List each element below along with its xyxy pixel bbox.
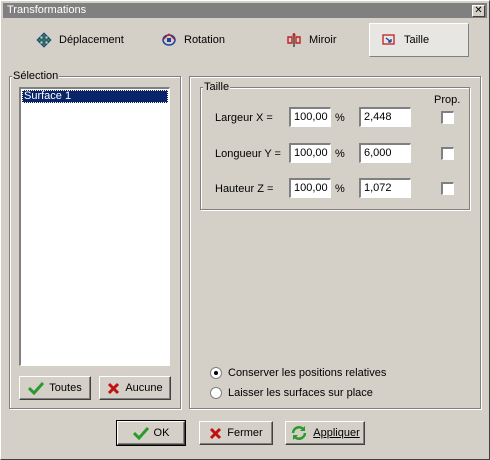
ok-button[interactable]: OK [116, 420, 186, 446]
mirror-icon [287, 33, 301, 47]
keep-relative-label[interactable]: Conserver les positions relatives [228, 367, 386, 379]
keep-relative-radio[interactable] [210, 367, 222, 379]
select-none-button[interactable]: Aucune [99, 376, 171, 400]
tab-bar: Déplacement Rotation Miroir Taille [5, 23, 485, 59]
select-none-label: Aucune [125, 382, 163, 394]
cross-icon [210, 427, 222, 439]
longueur-label: Longueur Y = [215, 148, 281, 160]
apply-label: Appliquer [313, 427, 360, 439]
longueur-value-input[interactable]: 6,000 [359, 143, 411, 163]
hauteur-label: Hauteur Z = [215, 183, 274, 195]
percent-unit: % [335, 148, 345, 160]
selection-group: Sélection Surface 1 Toutes Aucune [9, 70, 181, 409]
select-all-label: Toutes [49, 382, 82, 394]
tab-rotation[interactable]: Rotation [150, 23, 245, 57]
close-window-button[interactable]: ✕ [472, 5, 485, 17]
ok-label: OK [153, 427, 170, 439]
leave-in-place-label[interactable]: Laisser les surfaces sur place [228, 387, 373, 399]
tab-taille[interactable]: Taille [369, 23, 469, 57]
title-bar: Transformations ✕ [3, 3, 487, 18]
tab-deplacement[interactable]: Déplacement [25, 23, 135, 57]
scale-icon [382, 34, 395, 45]
size-legend: Taille [203, 81, 231, 93]
tab-miroir[interactable]: Miroir [275, 23, 360, 57]
cross-icon [108, 382, 120, 394]
list-item[interactable]: Surface 1 [22, 90, 168, 103]
tab-label: Rotation [184, 34, 225, 46]
longueur-prop-checkbox[interactable] [441, 147, 454, 160]
hauteur-value-input[interactable]: 1,072 [359, 178, 411, 198]
close-button[interactable]: Fermer [199, 421, 273, 445]
hauteur-percent-input[interactable]: 100,00 [289, 178, 331, 198]
longueur-percent-input[interactable]: 100,00 [289, 143, 331, 163]
largeur-label: Largeur X = [215, 112, 273, 124]
taille-panel: Taille Prop. Largeur X = 100,00 % 2,448 … [189, 76, 481, 409]
tab-label: Miroir [309, 34, 337, 46]
percent-unit: % [335, 183, 345, 195]
selection-legend: Sélection [12, 70, 60, 82]
checkmark-icon [132, 426, 149, 440]
leave-in-place-radio[interactable] [210, 387, 222, 399]
surface-listbox[interactable]: Surface 1 [19, 87, 170, 366]
hauteur-prop-checkbox[interactable] [441, 182, 454, 195]
close-label: Fermer [227, 427, 263, 439]
select-all-button[interactable]: Toutes [19, 376, 91, 400]
move-icon [36, 32, 52, 48]
window-title: Transformations [7, 4, 87, 16]
tab-label: Déplacement [59, 34, 124, 46]
transformations-window: Transformations ✕ Déplacement Rotation M… [0, 0, 490, 460]
largeur-percent-input[interactable]: 100,00 [289, 107, 331, 127]
rotation-icon [162, 33, 176, 46]
percent-unit: % [335, 112, 345, 124]
tab-label: Taille [404, 34, 430, 46]
largeur-prop-checkbox[interactable] [441, 111, 454, 124]
refresh-icon [292, 426, 307, 440]
checkmark-icon [28, 381, 45, 395]
size-group: Taille Prop. Largeur X = 100,00 % 2,448 … [200, 81, 470, 210]
apply-button[interactable]: Appliquer [285, 421, 365, 445]
prop-header: Prop. [434, 94, 461, 106]
largeur-value-input[interactable]: 2,448 [359, 107, 411, 127]
